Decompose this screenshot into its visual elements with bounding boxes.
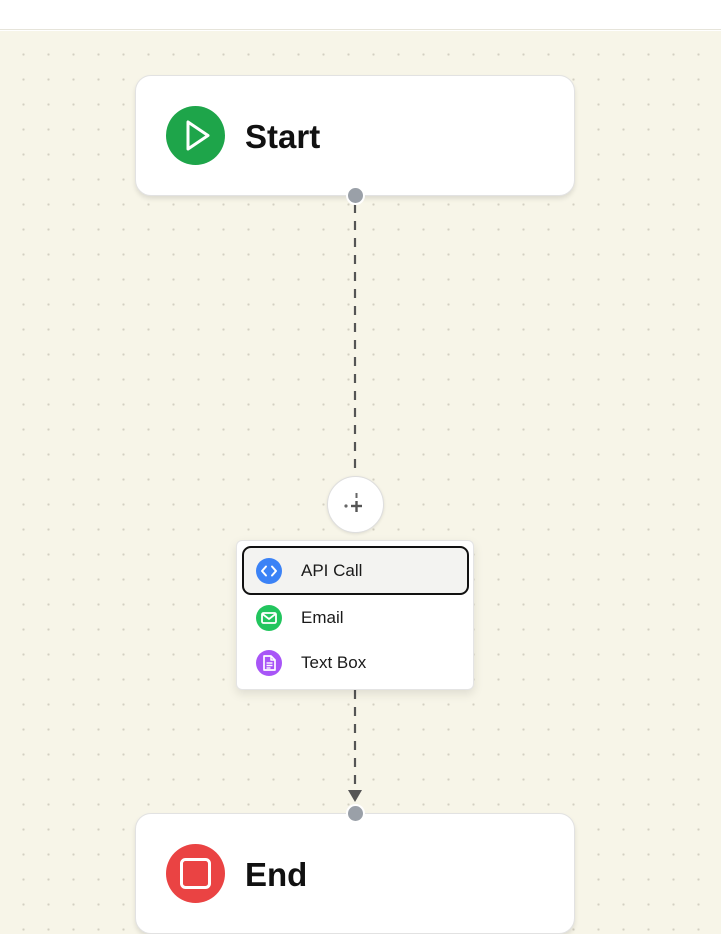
menu-item-label: Text Box <box>301 653 367 672</box>
start-node[interactable]: Start <box>135 75 575 196</box>
mail-icon <box>256 605 282 631</box>
menu-item-text-box[interactable]: Text Box <box>242 638 469 687</box>
menu-item-email[interactable]: Email <box>242 593 469 642</box>
start-output-handle[interactable] <box>346 186 365 205</box>
add-step-button[interactable] <box>327 476 384 533</box>
play-icon <box>166 106 225 165</box>
document-icon <box>256 650 282 676</box>
start-node-title: Start <box>245 118 321 155</box>
top-bar <box>0 0 721 30</box>
menu-item-label: Email <box>301 608 344 627</box>
add-step-menu: API Call Email Text Box <box>236 540 474 690</box>
code-icon <box>256 558 282 584</box>
plus-move-icon <box>344 493 362 512</box>
end-node-title: End <box>245 856 308 893</box>
menu-item-label: API Call <box>301 561 363 580</box>
end-input-handle[interactable] <box>346 804 365 823</box>
end-node[interactable]: End <box>135 813 575 934</box>
menu-item-api-call[interactable]: API Call <box>242 546 469 595</box>
stop-icon <box>166 844 225 903</box>
